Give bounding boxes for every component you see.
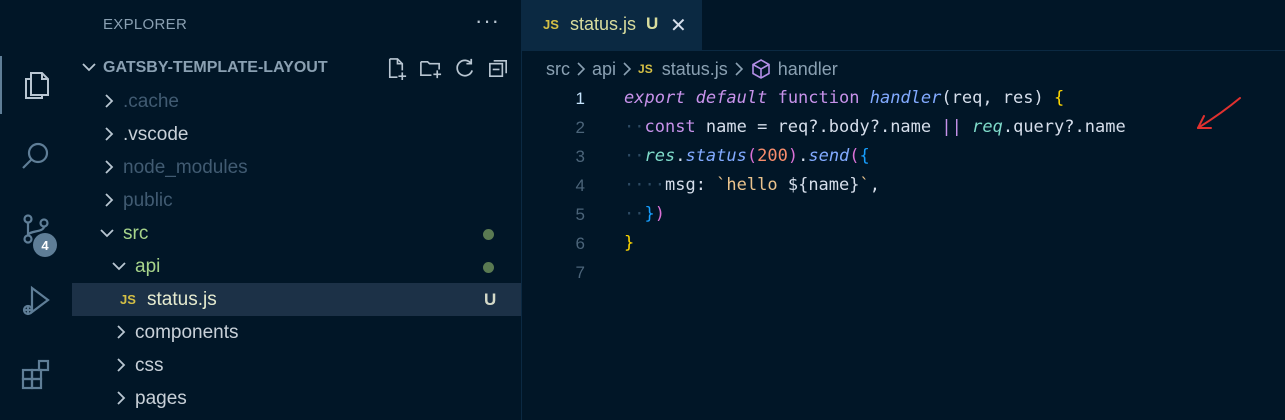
- tree-item-label: .vscode: [123, 124, 189, 145]
- code-text: ····msg: `hello ${name}`,: [624, 175, 881, 195]
- breadcrumb-item-file[interactable]: status.js: [662, 59, 728, 80]
- search-activity-button[interactable]: [0, 127, 72, 185]
- tree-item-status-js[interactable]: JS status.js U: [72, 283, 521, 316]
- line-number: 4: [575, 176, 585, 195]
- chevron-right-icon: [114, 357, 128, 378]
- chevron-right-icon: [114, 390, 128, 411]
- activity-bar: 4: [0, 0, 72, 420]
- sidebar-title: EXPLORER: [103, 16, 188, 33]
- tree-item-label: .cache: [123, 91, 179, 112]
- refresh-icon[interactable]: [452, 56, 477, 86]
- chevron-right-icon: [102, 159, 116, 180]
- chevron-down-icon: [80, 58, 98, 81]
- line-number: 3: [575, 147, 585, 166]
- tree-item-label: public: [123, 190, 173, 211]
- line-number: 6: [575, 234, 585, 253]
- search-icon: [22, 142, 49, 169]
- chevron-right-icon: [575, 61, 587, 77]
- workspace-folder-header[interactable]: GATSBY-TEMPLATE-LAYOUT: [72, 52, 521, 84]
- tree-item-components[interactable]: components: [72, 316, 521, 349]
- breadcrumb-item-handler[interactable]: handler: [778, 59, 838, 80]
- modified-dot: [483, 229, 494, 240]
- code-line: 2 ··const name = req?.body?.name || req.…: [522, 113, 1285, 142]
- code-text: export default function handler(req, res…: [624, 88, 1065, 108]
- tree-item-api[interactable]: api: [72, 250, 521, 283]
- tree-item-src[interactable]: src: [72, 217, 521, 250]
- code-line: 3 ··res.status(200).send({: [522, 142, 1285, 171]
- chevron-right-icon: [114, 324, 128, 345]
- folder-actions: [384, 56, 511, 86]
- explorer-sidebar: EXPLORER ··· GATSBY-TEMPLATE-LAYOUT .cac…: [72, 0, 522, 420]
- code-line: 7: [522, 258, 1285, 287]
- source-control-badge: 4: [33, 233, 57, 257]
- files-icon: [25, 72, 49, 99]
- tree-item-label: components: [135, 322, 239, 343]
- workspace-folder-name: GATSBY-TEMPLATE-LAYOUT: [103, 59, 328, 76]
- modified-dot: [483, 262, 494, 273]
- tree-item-label: api: [135, 256, 161, 277]
- tree-item-cache[interactable]: .cache: [72, 85, 521, 118]
- breadcrumb: src api JS status.js handler: [522, 56, 838, 82]
- collapse-all-icon[interactable]: [486, 56, 511, 86]
- js-file-icon: JS: [120, 292, 136, 307]
- code-text: ··const name = req?.body?.name || req.qu…: [624, 117, 1126, 137]
- tree-item-label: pages: [135, 388, 187, 409]
- code-text: ··}): [624, 204, 665, 224]
- breadcrumb-item-api[interactable]: api: [592, 59, 616, 80]
- run-debug-activity-button[interactable]: [0, 272, 72, 330]
- code-text: }: [624, 233, 635, 253]
- code-editor[interactable]: 1 export default function handler(req, r…: [522, 84, 1285, 420]
- tree-item-public[interactable]: public: [72, 184, 521, 217]
- tree-item-label: node_modules: [123, 157, 248, 178]
- chevron-right-icon: [102, 93, 116, 114]
- line-number: 1: [575, 89, 585, 108]
- tab-status-js[interactable]: JS status.js U ✕: [522, 0, 702, 50]
- extensions-icon: [21, 359, 50, 390]
- tab-untracked-status: U: [646, 14, 659, 33]
- js-file-icon: JS: [543, 17, 559, 32]
- js-file-icon: JS: [638, 62, 653, 76]
- chevron-right-icon: [621, 61, 633, 77]
- code-line: 5 ··}): [522, 200, 1285, 229]
- new-file-icon[interactable]: [384, 56, 409, 86]
- code-line: 4 ····msg: `hello ${name}`,: [522, 171, 1285, 200]
- tree-item-vscode[interactable]: .vscode: [72, 118, 521, 151]
- run-debug-icon: [22, 285, 50, 316]
- line-number: 2: [575, 118, 585, 137]
- editor-tab-bar: JS status.js U ✕: [522, 0, 1285, 51]
- close-icon[interactable]: ✕: [670, 13, 687, 38]
- code-text: ··res.status(200).send({: [624, 146, 870, 166]
- breadcrumb-item-src[interactable]: src: [546, 59, 570, 80]
- untracked-status: U: [484, 290, 497, 309]
- more-actions-icon[interactable]: ···: [475, 8, 500, 34]
- line-number: 7: [575, 263, 585, 282]
- code-line: 1 export default function handler(req, r…: [522, 84, 1285, 113]
- chevron-right-icon: [102, 192, 116, 213]
- tab-label: status.js: [570, 14, 637, 34]
- annotation-arrow-icon: [1197, 97, 1241, 129]
- chevron-down-icon: [98, 227, 116, 246]
- tree-item-pages[interactable]: pages: [72, 382, 521, 415]
- chevron-right-icon: [102, 126, 116, 147]
- chevron-right-icon: [733, 61, 745, 77]
- tree-item-label: css: [135, 355, 164, 376]
- line-number: 5: [575, 205, 585, 224]
- tree-item-node-modules[interactable]: node_modules: [72, 151, 521, 184]
- tree-item-css[interactable]: css: [72, 349, 521, 382]
- new-folder-icon[interactable]: [418, 56, 443, 86]
- code-line: 6 }: [522, 229, 1285, 258]
- explorer-activity-button[interactable]: [0, 56, 72, 114]
- chevron-down-icon: [110, 260, 128, 279]
- extensions-activity-button[interactable]: [0, 345, 72, 403]
- tree-item-label: src: [123, 223, 149, 244]
- symbol-method-icon: [750, 58, 772, 80]
- tree-item-label: status.js: [147, 289, 217, 310]
